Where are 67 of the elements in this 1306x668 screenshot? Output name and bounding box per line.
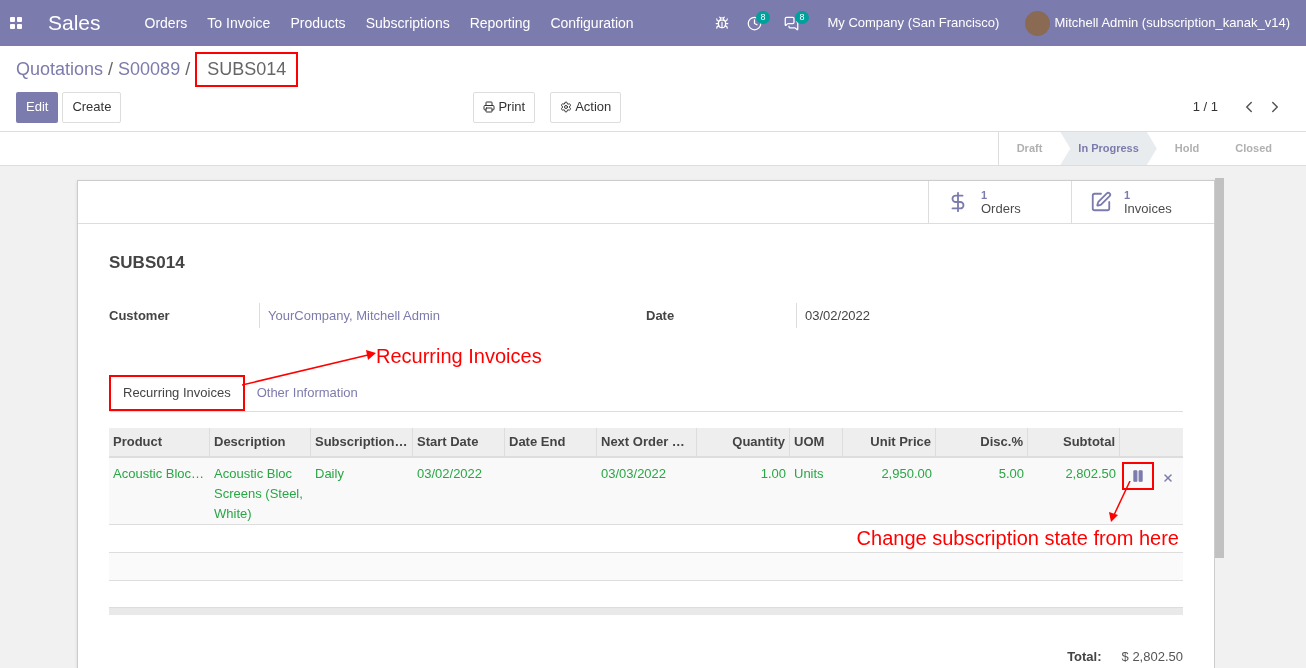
annotation-label: Recurring Invoices	[376, 344, 542, 369]
action-button[interactable]: Action	[550, 91, 622, 123]
activity-clock-icon[interactable]	[747, 15, 763, 31]
create-button[interactable]: Create	[62, 91, 122, 123]
pause-icon	[1131, 469, 1145, 483]
total-label: Total:	[1067, 648, 1102, 666]
message-count-badge: 8	[795, 10, 809, 24]
table-cell-text: 2,950.00	[880, 465, 933, 483]
column-header[interactable]: Next Order …	[597, 428, 697, 456]
field-label: Customer	[109, 306, 171, 325]
table-cell-text: Acoustic Bloc…	[112, 465, 206, 483]
company-switcher[interactable]: My Company (San Francisco)	[827, 13, 1000, 33]
total-value: $ 2,802.50	[1121, 648, 1183, 666]
breadcrumb-separator: /	[184, 57, 192, 81]
record-title: SUBS014	[109, 252, 186, 274]
table-cell-text: Units	[793, 465, 825, 483]
pause-button[interactable]	[1122, 462, 1154, 490]
field-value[interactable]: YourCompany, Mitchell Admin	[259, 302, 440, 328]
menu-item[interactable]: Orders	[134, 12, 198, 34]
edit-button[interactable]: Edit	[16, 91, 59, 123]
table-cell-text: 5.00	[997, 465, 1025, 483]
table-cell-text: Acoustic Bloc Screens (Steel, White)	[213, 465, 304, 523]
breadcrumb-link[interactable]: Quotations	[16, 55, 104, 83]
column-header[interactable]: Description	[210, 428, 311, 456]
breadcrumb-separator: /	[107, 57, 115, 81]
stat-button[interactable]: 1 Invoices	[1071, 181, 1214, 223]
table-cell-text: 03/02/2022	[416, 465, 484, 483]
menu-item[interactable]: Products	[280, 12, 356, 34]
pencil-square-icon	[1090, 191, 1112, 213]
column-header[interactable]: Date End	[505, 428, 597, 456]
menu-item[interactable]: To Invoice	[197, 12, 281, 34]
column-header[interactable]: Start Date	[413, 428, 505, 456]
table-cell-text: 2,802.50	[1064, 465, 1117, 483]
activity-count-badge: 8	[756, 10, 770, 24]
annotation-arrow	[1106, 481, 1132, 523]
field-label: Date	[646, 306, 676, 325]
print-button[interactable]: Print	[473, 91, 536, 123]
printer-icon	[483, 101, 496, 113]
table-cell-text: Daily	[314, 465, 345, 483]
column-header[interactable]: Unit Price	[843, 428, 936, 456]
pager-value: 1 / 1	[1192, 98, 1218, 117]
column-header[interactable]: Subscription…	[311, 428, 413, 456]
column-header[interactable]: Disc.%	[936, 428, 1028, 456]
table-cell-text: 1.00	[759, 465, 787, 483]
messages-icon[interactable]	[784, 15, 800, 31]
notebook-tab[interactable]: Other Information	[244, 375, 370, 411]
notebook-tab[interactable]: Recurring Invoices	[109, 375, 245, 411]
status-step[interactable]: In Progress	[1060, 132, 1157, 165]
column-header[interactable]: Product	[109, 428, 210, 456]
column-header[interactable]: Subtotal	[1028, 428, 1120, 456]
app-title[interactable]: Sales	[48, 7, 101, 39]
breadcrumb-link[interactable]: S00089	[118, 55, 181, 83]
menu-item[interactable]: Subscriptions	[355, 12, 460, 34]
menu-item[interactable]: Configuration	[540, 12, 644, 34]
user-menu[interactable]: Mitchell Admin (subscription_kanak_v14)	[1054, 13, 1290, 33]
stat-button[interactable]: 1 Orders	[928, 181, 1071, 223]
gear-icon	[560, 101, 573, 113]
apps-menu-icon[interactable]	[10, 17, 22, 29]
field-value: 03/02/2022	[796, 302, 871, 328]
menu-item[interactable]: Reporting	[459, 12, 541, 34]
column-header[interactable]: UOM	[790, 428, 843, 456]
breadcrumb-current: SUBS014	[195, 51, 299, 87]
annotation-label: Change subscription state from here	[856, 526, 1179, 551]
debug-bug-icon[interactable]	[715, 16, 730, 30]
table-cell-text: 03/03/2022	[600, 465, 668, 483]
delete-icon[interactable]	[1162, 472, 1174, 484]
column-header[interactable]: Quantity	[697, 428, 790, 456]
